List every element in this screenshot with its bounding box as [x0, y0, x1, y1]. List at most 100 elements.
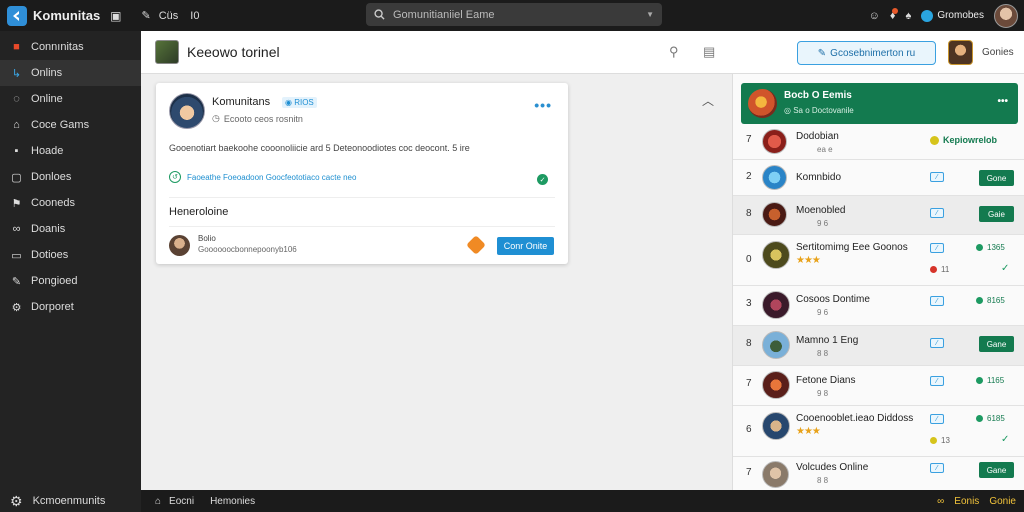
- sidebar-item-label: Connınitas: [31, 41, 84, 53]
- ranking-header[interactable]: Bocb O Eemis ◎ Sa o Doctovanile •••: [741, 83, 1018, 124]
- post-author[interactable]: Komunitans: [212, 96, 270, 108]
- sidebar-item-label: Cooneds: [31, 197, 76, 209]
- home-icon[interactable]: ⌂: [155, 496, 161, 507]
- sidebar-item-4[interactable]: ▪ Hoade: [0, 138, 141, 164]
- list-item[interactable]: 7 Fetone Dians 9 8 ⁄ 1165: [733, 365, 1024, 405]
- bottom-right-2[interactable]: Gonie: [989, 496, 1016, 507]
- sidebar-item-2[interactable]: ◌ Online: [0, 86, 141, 112]
- sidebar-item-9[interactable]: ✎ Pongioed: [0, 268, 141, 294]
- sidebar-item-1[interactable]: ↳ Onlins: [0, 60, 141, 86]
- window-icon[interactable]: ▣: [110, 9, 121, 23]
- primary-action-button[interactable]: ✎ Gcosebnimerton ru: [797, 41, 936, 65]
- rank-name: Volcudes Online: [796, 462, 869, 473]
- header-user-label[interactable]: Gonies: [982, 47, 1014, 58]
- sidebar-footer-label[interactable]: Kcmoenmunits: [33, 495, 106, 507]
- settings-gear-icon[interactable]: ⚙: [10, 493, 23, 510]
- notification-icon[interactable]: ♦: [890, 7, 898, 22]
- rank-stat: 8165: [976, 296, 1005, 305]
- follow-button[interactable]: Gane: [979, 336, 1014, 352]
- sidebar-item-label: Dotioes: [31, 249, 69, 261]
- avatar[interactable]: [994, 3, 1018, 28]
- rank-tag: ⁄: [930, 208, 944, 218]
- sidebar-item-label: Hoade: [31, 145, 64, 157]
- status-dot-icon: [921, 9, 934, 22]
- sidebar-item-3[interactable]: ⌂ Coce Gams: [0, 112, 141, 138]
- bottom-right-1[interactable]: Eonis: [954, 496, 979, 507]
- rating-stars: ★★★: [796, 426, 821, 437]
- follow-button[interactable]: Gone: [979, 170, 1014, 186]
- rank-tag: ⁄: [930, 172, 944, 182]
- square-icon: ▢: [11, 171, 22, 184]
- comment-user[interactable]: Bolio: [198, 234, 216, 243]
- rank-name: Dodobian: [796, 131, 839, 142]
- list-item[interactable]: 7 Dodobian ea e Kepiowrelob: [733, 124, 1024, 159]
- flag-icon: ⚑: [11, 197, 22, 210]
- check-icon[interactable]: ✓: [1001, 263, 1009, 274]
- list-item[interactable]: 2 Komnbido ⁄ Gone: [733, 159, 1024, 195]
- badge-label: RIOS: [294, 98, 314, 107]
- sidebar-item-0[interactable]: ■ Connınitas: [0, 34, 141, 60]
- edit-icon[interactable]: ✎: [142, 9, 151, 22]
- sidebar-item-6[interactable]: ⚑ Cooneds: [0, 190, 141, 216]
- reaction-icon[interactable]: [466, 235, 486, 255]
- rank-number: 8: [746, 338, 752, 349]
- sidebar-footer: ⚙ Kcmoenmunits: [0, 490, 141, 512]
- list-item[interactable]: 7 Volcudes Online 8 8 ⁄ Gane: [733, 456, 1024, 490]
- nav-link-1[interactable]: Cüs: [159, 10, 179, 22]
- post-body: Gooenotiart baekoohe cooonoliicie ard 5 …: [169, 143, 470, 153]
- check-icon[interactable]: ✓: [537, 174, 548, 185]
- media-icon[interactable]: ▤: [703, 44, 715, 60]
- avatar: [762, 371, 790, 399]
- more-options-icon[interactable]: •••: [997, 96, 1008, 107]
- reply-button[interactable]: Conr Onite: [497, 237, 554, 255]
- follow-button[interactable]: Gaie: [979, 206, 1014, 222]
- link-icon[interactable]: ∞: [937, 496, 944, 507]
- follow-button[interactable]: Gane: [979, 462, 1014, 478]
- rank-tag: ⁄: [930, 338, 944, 348]
- list-item[interactable]: 6 Cooenooblet.ieao Diddoss ★★★ ⁄ 6185 13…: [733, 405, 1024, 456]
- list-item[interactable]: 8 Mamno 1 Eng 8 8 ⁄ Gane: [733, 325, 1024, 365]
- rank-sub: 8 8: [817, 476, 829, 485]
- bottom-bar: ⌂ Eocni Hemonies ∞ Eonis Gonie: [141, 490, 1024, 512]
- search-icon[interactable]: ⚲: [669, 44, 679, 60]
- sidebar-item-10[interactable]: ⚙ Dorporet: [0, 294, 141, 320]
- link-icon: ∞: [12, 223, 21, 235]
- avatar: [748, 89, 777, 118]
- sidebar-item-5[interactable]: ▢ Donloes: [0, 164, 141, 190]
- sidebar-item-label: Dorporet: [31, 301, 74, 313]
- chevron-up-icon[interactable]: ︿: [702, 92, 714, 109]
- rank-tag: ⁄: [930, 463, 944, 473]
- logo-icon[interactable]: [7, 5, 27, 26]
- rank-number: 7: [746, 134, 752, 145]
- page-header: Keeowo torinel ⚲ ▤ ✎ Gcosebnimerton ru G…: [141, 31, 1024, 74]
- sidebar-item-7[interactable]: ∞ Doanis: [0, 216, 141, 242]
- bottom-label-1[interactable]: Eocni: [169, 496, 194, 507]
- more-options-icon[interactable]: •••: [534, 97, 552, 113]
- sidebar-item-8[interactable]: ▭ Dotioes: [0, 242, 141, 268]
- post-link-text[interactable]: Faoeathe Foeoadoon Goocfeototiaco cacte …: [187, 173, 356, 182]
- topbar-user-name[interactable]: Gromobes: [937, 10, 984, 21]
- rank-number: 8: [746, 208, 752, 219]
- sidebar: ■ Connınitas ↳ Onlins ◌ Online ⌂ Coce Ga…: [0, 31, 141, 512]
- tag-icon: ✎: [11, 275, 22, 288]
- bell-icon[interactable]: ♠: [905, 10, 911, 22]
- search-input[interactable]: Gomunitianiiel Eame ▼: [366, 3, 662, 26]
- list-item[interactable]: 8 Moenobled 9 6 ⁄ Gaie: [733, 195, 1024, 234]
- bottom-label-2[interactable]: Hemonies: [210, 496, 255, 507]
- chevron-down-icon[interactable]: ▼: [646, 10, 654, 19]
- page-title: Keeowo torinel: [187, 44, 280, 60]
- avatar[interactable]: [169, 93, 205, 129]
- gear-icon: ⚙: [11, 301, 22, 314]
- avatar[interactable]: [169, 235, 190, 256]
- nav-link-2[interactable]: I0: [190, 10, 199, 22]
- emoji-icon[interactable]: ☺: [869, 10, 880, 22]
- rank-tag: ⁄: [930, 414, 944, 424]
- avatar[interactable]: [948, 40, 973, 65]
- avatar: [762, 331, 790, 359]
- rank-sub: ea e: [817, 145, 833, 154]
- list-item[interactable]: 0 Sertitomimg Eee Goonos ★★★ ⁄ 1365 11 ✓: [733, 234, 1024, 285]
- status-badge: ◉ RIOS: [282, 97, 317, 108]
- list-item[interactable]: 3 Cosoos Dontime 9 6 ⁄ 8165: [733, 285, 1024, 325]
- post-link[interactable]: ↺ Faoeathe Foeoadoon Goocfeototiaco cact…: [169, 171, 356, 183]
- check-icon[interactable]: ✓: [1001, 434, 1009, 445]
